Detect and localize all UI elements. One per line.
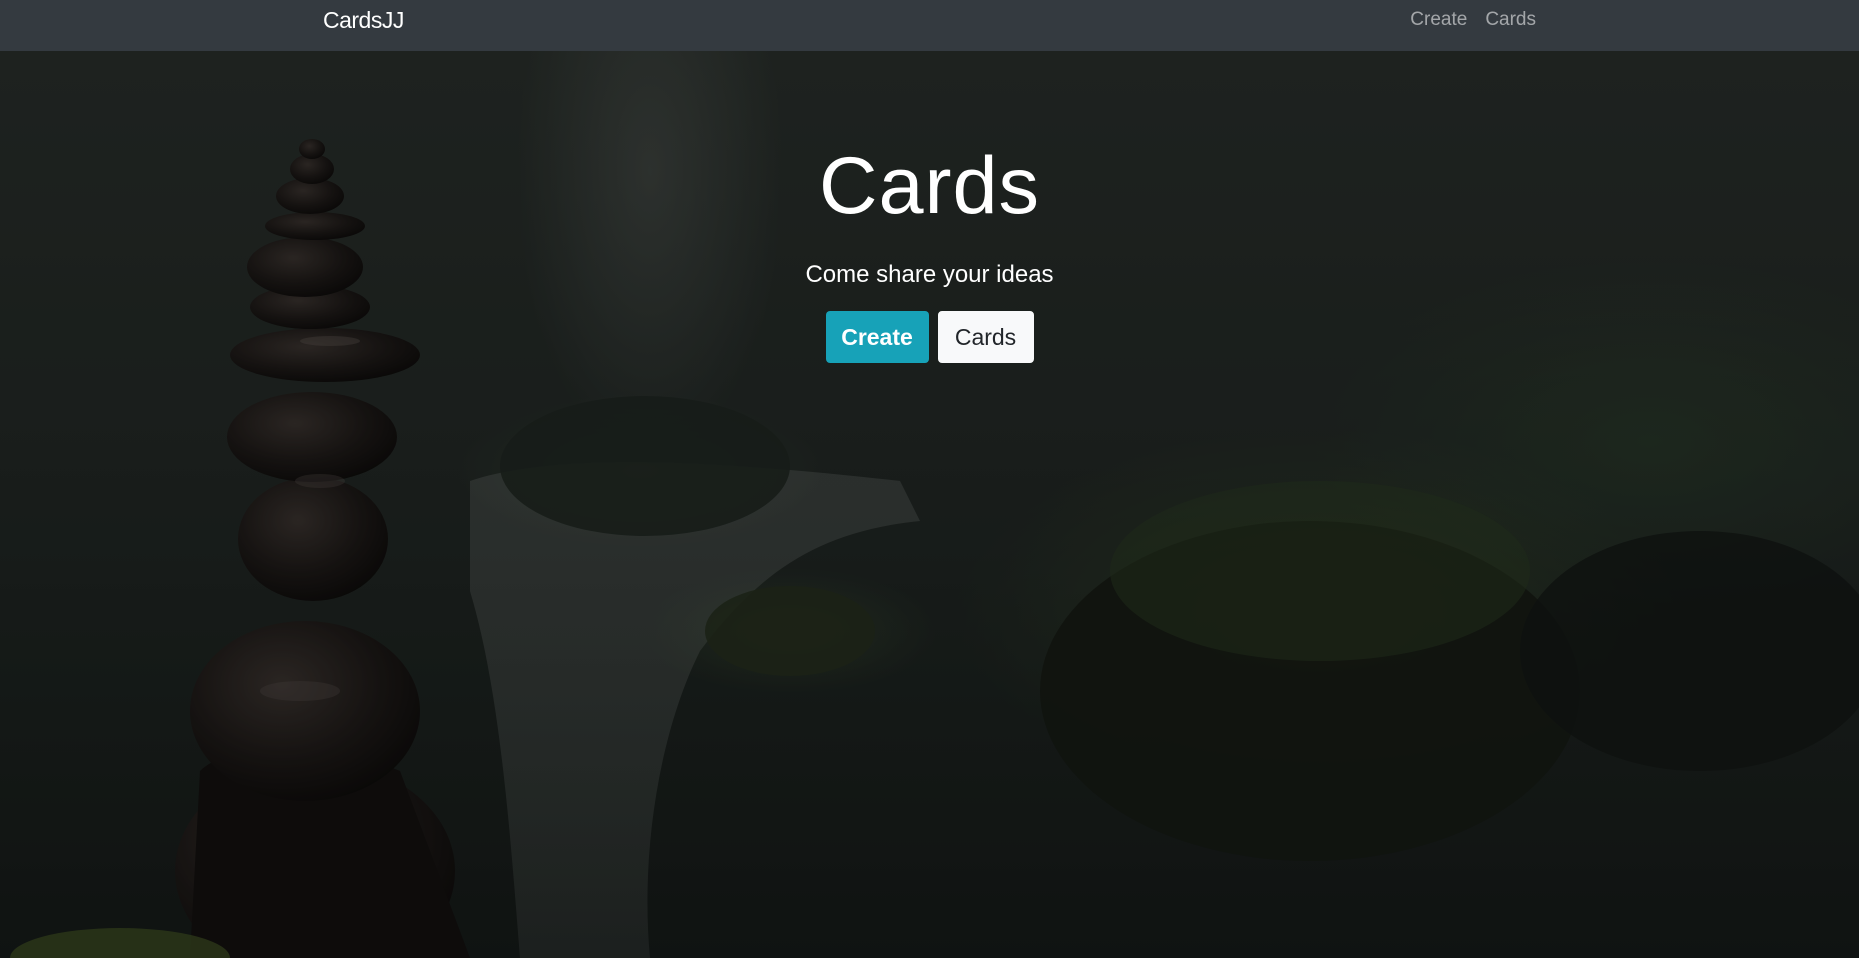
hero-subtitle: Come share your ideas xyxy=(805,261,1054,288)
nav-create-link[interactable]: Create xyxy=(1410,9,1467,31)
nav-links: Create Cards xyxy=(1410,9,1536,31)
navbar: CardsJJ Create Cards xyxy=(0,0,1859,51)
brand-logo-link[interactable]: CardsJJ xyxy=(323,7,404,34)
hero-title: Cards xyxy=(818,141,1041,231)
create-button[interactable]: Create xyxy=(825,311,929,363)
hero-button-group: Create Cards xyxy=(0,311,1859,363)
hero-section: Cards Come share your ideas Create Cards xyxy=(0,51,1859,958)
cards-button[interactable]: Cards xyxy=(937,311,1034,363)
nav-cards-link[interactable]: Cards xyxy=(1485,9,1536,31)
